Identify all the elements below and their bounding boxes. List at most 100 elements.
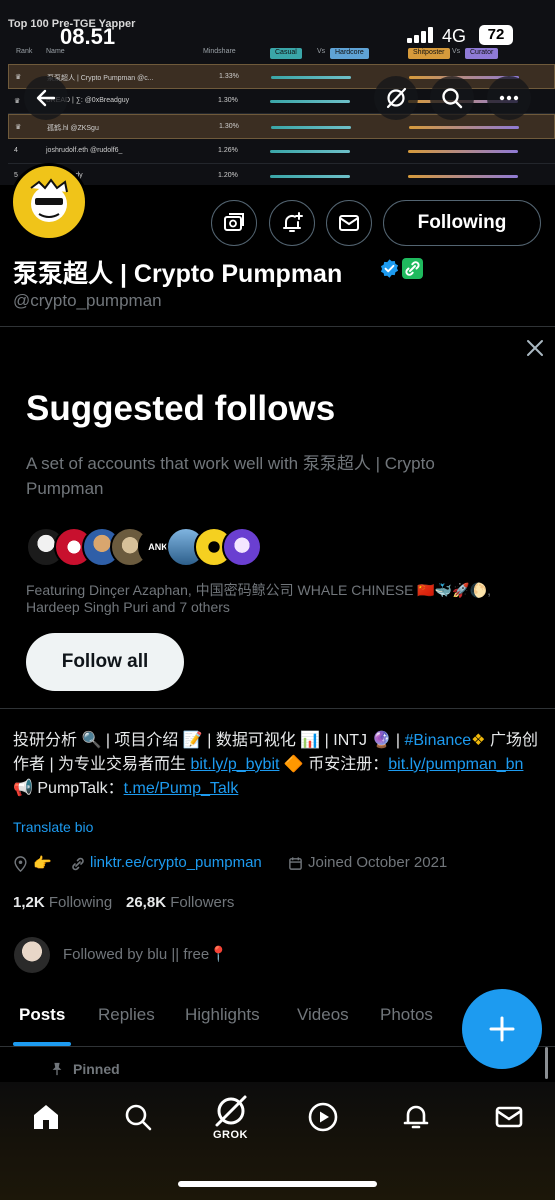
scrollbar[interactable] <box>545 1047 548 1079</box>
banner-row: 5 @yyyeandy 1.20% <box>8 164 555 185</box>
banner-row-bar <box>270 100 350 103</box>
avatar-face-icon <box>16 169 82 235</box>
nav-notifications[interactable] <box>393 1094 439 1140</box>
tab-photos[interactable]: Photos <box>380 1005 433 1025</box>
profile-avatar[interactable] <box>10 163 88 241</box>
banner-chip: Hardcore <box>330 48 369 59</box>
nav-home[interactable] <box>23 1094 69 1140</box>
followed-by-avatar[interactable] <box>14 937 50 973</box>
divider <box>0 708 555 709</box>
nav-messages[interactable] <box>486 1094 532 1140</box>
banner-row-rank: 4 <box>14 147 18 154</box>
dismiss-suggested-button[interactable] <box>524 337 546 359</box>
message-button[interactable] <box>326 200 372 246</box>
pin-icon <box>52 1062 62 1076</box>
subscribe-icon <box>224 213 244 231</box>
link-icon <box>405 261 420 276</box>
search-icon <box>442 88 463 109</box>
suggested-avatars[interactable]: ANK <box>26 527 266 567</box>
profile-website-link[interactable]: linktr.ee/crypto_pumpman <box>90 854 262 871</box>
bio-link-bybit[interactable]: bit.ly/p_bybit <box>191 756 280 773</box>
nav-grok-label: GROK <box>213 1129 248 1141</box>
bio-text: 📢 PumpTalk： <box>13 780 124 797</box>
bell-plus-icon <box>283 212 303 232</box>
bio-link-binance[interactable]: bit.ly/pumpman_bn <box>388 756 523 773</box>
signal-icon <box>407 27 435 43</box>
followed-by-text[interactable]: Followed by blu || free📍 <box>63 945 228 963</box>
home-icon <box>34 1105 58 1129</box>
banner-row-pct: 1.30% <box>219 123 239 130</box>
tab-replies[interactable]: Replies <box>98 1005 155 1025</box>
banner-chip: Casual <box>270 48 302 59</box>
tab-posts[interactable]: Posts <box>19 1005 65 1025</box>
arrow-left-icon <box>36 89 56 107</box>
following-button[interactable]: Following <box>383 200 541 246</box>
following-label: Following <box>48 894 113 911</box>
banner-row: 4 joshrudolf.eth @rudolf6_ 1.26% <box>8 139 555 164</box>
calendar-icon <box>289 857 302 870</box>
compose-post-button[interactable] <box>462 989 542 1069</box>
banner-col-mindshare: Mindshare <box>203 48 236 55</box>
suggested-featuring-text: Featuring Dinçer Azaphan, 中国密码鲸公司 WHALE … <box>26 582 491 615</box>
banner-chip-vs: Vs <box>317 48 326 55</box>
close-icon <box>527 340 543 356</box>
notify-button[interactable] <box>269 200 315 246</box>
pinned-label: Pinned <box>73 1061 120 1077</box>
banner-row-bar <box>409 126 519 129</box>
grok-button[interactable] <box>374 76 418 120</box>
mail-icon <box>495 1106 523 1128</box>
home-indicator[interactable] <box>178 1181 377 1187</box>
binance-icon: ❖ <box>471 732 486 749</box>
network-type: 4G <box>442 26 467 46</box>
more-button[interactable] <box>487 76 531 120</box>
subscribe-button[interactable] <box>211 200 257 246</box>
banner-row-bar <box>271 76 351 79</box>
crown-icon: ♛ <box>15 124 22 131</box>
bell-icon <box>403 1105 429 1129</box>
profile-bio: 投研分析 🔍 | 项目介绍 📝 | 数据可视化 📊 | INTJ 🔮 | #Bi… <box>13 729 538 801</box>
bio-link-telegram[interactable]: t.me/Pump_Talk <box>124 780 239 797</box>
avatar <box>222 527 262 567</box>
translate-bio-link[interactable]: Translate bio <box>13 819 93 835</box>
banner-row-name: 泵泵超人 | Crypto Pumpman @c... <box>47 75 154 82</box>
display-name: 泵泵超人 | Crypto Pumpman <box>13 260 343 288</box>
suggested-follows-title: Suggested follows <box>26 389 336 428</box>
banner-row-bar <box>408 150 518 153</box>
banner-row-name: 孤鹤.hl @ZKSgu <box>47 125 99 132</box>
suggested-follows-description: A set of accounts that work well with 泵泵… <box>26 454 435 498</box>
banner-leaderboard-rows: ♛ 泵泵超人 | Crypto Pumpman @c... 1.33% ♛ BR… <box>8 64 555 185</box>
grok-icon <box>386 87 407 109</box>
tab-highlights[interactable]: Highlights <box>185 1005 260 1025</box>
banner-row: ♛ 孤鹤.hl @ZKSgu 1.30% <box>8 114 555 139</box>
following-count-link[interactable]: 1,2K Following <box>13 894 112 911</box>
joined-date: Joined October 2021 <box>308 854 448 871</box>
banner-row-bar <box>408 175 518 178</box>
banner-row: ♛ 泵泵超人 | Crypto Pumpman @c... 1.33% <box>8 64 555 89</box>
more-icon <box>499 95 519 101</box>
banner-row-bar <box>271 126 351 129</box>
followers-count-link[interactable]: 26,8K Followers <box>126 894 234 911</box>
plus-icon <box>489 1016 515 1042</box>
nav-video[interactable] <box>300 1094 346 1140</box>
bio-text: 投研分析 🔍 | 项目介绍 📝 | 数据可视化 📊 | INTJ 🔮 | <box>13 732 405 749</box>
following-count: 1,2K <box>13 894 45 911</box>
status-time: 08.51 <box>60 24 116 49</box>
search-button[interactable] <box>430 76 474 120</box>
banner-row-name: joshrudolf.eth @rudolf6_ <box>46 147 123 154</box>
bio-hashtag-link[interactable]: #Binance <box>404 732 471 749</box>
crown-icon: ♛ <box>14 98 21 105</box>
follow-all-button[interactable]: Follow all <box>26 633 184 691</box>
followers-label: Followers <box>170 894 235 911</box>
banner-row-bar <box>270 150 350 153</box>
back-button[interactable] <box>24 76 68 120</box>
followers-count: 26,8K <box>126 894 167 911</box>
location-icon <box>14 856 27 872</box>
tab-videos[interactable]: Videos <box>297 1005 349 1025</box>
mail-icon <box>339 215 359 231</box>
nav-search[interactable] <box>115 1094 161 1140</box>
banner-row-pct: 1.20% <box>218 172 238 179</box>
nav-grok[interactable] <box>208 1088 254 1134</box>
affiliation-badge-icon[interactable] <box>402 258 423 279</box>
banner-row-pct: 1.30% <box>218 97 238 104</box>
crown-icon: ♛ <box>15 74 22 81</box>
